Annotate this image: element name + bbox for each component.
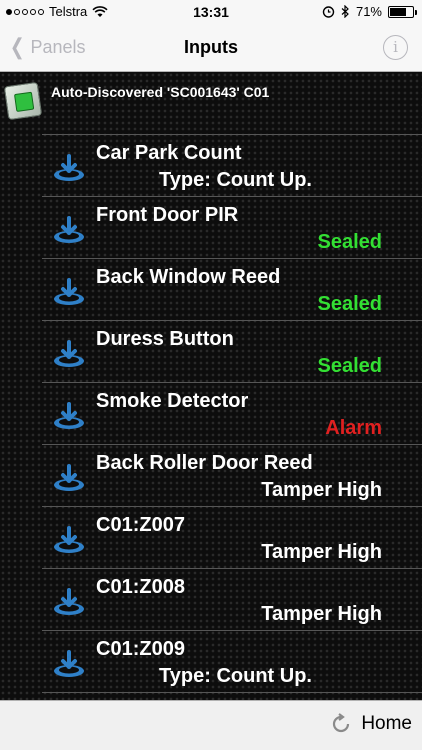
status-bar: Telstra 13:31 71%	[0, 0, 422, 24]
home-button[interactable]: Home	[329, 712, 412, 736]
panel-label: Auto-Discovered 'SC001643' C01	[51, 84, 270, 100]
input-status: Sealed	[317, 355, 382, 377]
home-button-label: Home	[361, 713, 412, 734]
input-status: Tamper High	[261, 541, 382, 563]
battery-icon	[388, 5, 417, 18]
input-name: Front Door PIR	[96, 204, 239, 226]
input-name: Duress Button	[96, 328, 234, 350]
input-status: Sealed	[317, 231, 382, 253]
input-name: C01:Z009	[96, 638, 185, 660]
panel-device-icon	[3, 81, 43, 121]
navigation-bar: ❮ Panels Inputs i	[0, 24, 422, 72]
input-row[interactable]: Back Window Reed Sealed	[42, 258, 422, 320]
input-row[interactable]: C01:Z008 Tamper High	[42, 568, 422, 630]
list-divider	[42, 692, 422, 693]
page-title: Inputs	[184, 37, 238, 57]
bluetooth-icon	[341, 5, 349, 18]
battery-percent: 71%	[355, 4, 382, 19]
input-name: Smoke Detector	[96, 390, 249, 412]
bottom-toolbar: Home	[0, 700, 422, 750]
input-status: Tamper High	[261, 603, 382, 625]
input-row[interactable]: Car Park Count Type: Count Up.	[42, 134, 422, 196]
panel-header[interactable]: Auto-Discovered 'SC001643' C01	[0, 72, 422, 134]
input-row[interactable]: Back Roller Door Reed Tamper High	[42, 444, 422, 506]
info-icon[interactable]: i	[383, 35, 408, 60]
input-row[interactable]: Front Door PIR Sealed	[42, 196, 422, 258]
alarm-clock-icon	[322, 6, 335, 18]
refresh-icon	[333, 713, 350, 733]
input-row[interactable]: Smoke Detector Alarm	[42, 382, 422, 444]
input-rows: Car Park Count Type: Count Up. Front Door …	[0, 134, 422, 693]
input-status: Alarm	[325, 417, 382, 439]
input-status: Tamper High	[261, 479, 382, 501]
input-status: Sealed	[317, 293, 382, 315]
input-row[interactable]: Duress Button Sealed	[42, 320, 422, 382]
input-status: Type: Count Up.	[159, 665, 312, 687]
input-name: C01:Z007	[96, 514, 185, 536]
input-name: C01:Z008	[96, 576, 185, 598]
status-right: 71%	[322, 4, 417, 19]
input-name: Car Park Count	[96, 142, 242, 164]
input-name: Back Window Reed	[96, 266, 281, 288]
inputs-list[interactable]: Auto-Discovered 'SC001643' C01 Car Park …	[0, 72, 422, 700]
input-row[interactable]: C01:Z009 Type: Count Up.	[42, 630, 422, 692]
input-status: Type: Count Up.	[159, 169, 312, 191]
input-row[interactable]: C01:Z007 Tamper High	[42, 506, 422, 568]
input-name: Back Roller Door Reed	[96, 452, 313, 474]
